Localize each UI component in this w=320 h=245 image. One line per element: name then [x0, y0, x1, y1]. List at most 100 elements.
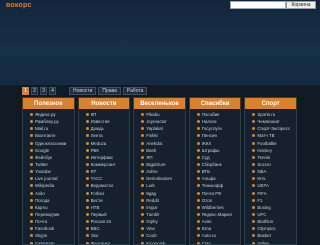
link-item[interactable]: Переводчик [23, 211, 74, 218]
link-item[interactable]: Bigpicture [134, 161, 185, 168]
link-item[interactable]: Коммерсант [79, 161, 130, 168]
link-item[interactable]: Пособие [190, 111, 241, 118]
link-item[interactable]: Ведомости [79, 182, 130, 189]
link-item[interactable]: Яндекс.Маркет [190, 211, 241, 218]
tab-page-2[interactable]: 2 [31, 87, 38, 95]
link-item[interactable]: Forbes [79, 190, 130, 197]
link-item[interactable]: Olympics [245, 225, 296, 232]
link-item[interactable]: Google [23, 147, 74, 154]
link-item[interactable]: Матч ТВ [245, 132, 296, 139]
link-item[interactable]: Mail.ru [23, 125, 74, 132]
link-item[interactable]: Wikipedia [23, 182, 74, 189]
link-item[interactable]: Первый [79, 211, 130, 218]
link-item[interactable]: Чемпионат [245, 118, 296, 125]
link-item[interactable]: Известия [79, 118, 130, 125]
link-item[interactable]: Lurk [134, 182, 185, 189]
link-item[interactable]: Demotivators [134, 175, 185, 182]
link-item[interactable]: Wildberries [190, 204, 241, 211]
link-item[interactable]: Ozon [190, 197, 241, 204]
link-item[interactable]: ЯП [134, 154, 185, 161]
link-item[interactable]: Спорт-Экспресс [245, 125, 296, 132]
link-item[interactable]: Reddit [134, 197, 185, 204]
link-item[interactable]: Дождь [79, 125, 130, 132]
link-item[interactable]: Joyreactor [134, 118, 185, 125]
link-item[interactable]: Штрафы [190, 147, 241, 154]
link-item[interactable]: Soccer [245, 161, 296, 168]
link-item[interactable]: Почта РФ [190, 190, 241, 197]
tab-page-3[interactable]: 3 [40, 87, 47, 95]
link-item[interactable]: Youtube [23, 168, 74, 175]
link-item[interactable]: Hockey [245, 147, 296, 154]
link-item[interactable]: Сбербанк [190, 161, 241, 168]
link-item[interactable]: Tennis [245, 154, 296, 161]
link-item[interactable]: Auto.ru [190, 232, 241, 239]
link-item[interactable]: Тинькофф [190, 182, 241, 189]
link-item[interactable]: BBC [79, 225, 130, 232]
link-item[interactable]: Instagram [23, 240, 74, 244]
link-item[interactable]: Biathlon [245, 218, 296, 225]
link-item[interactable]: Лента [79, 132, 130, 139]
link-item[interactable]: Pikabu [134, 111, 185, 118]
tab-rights[interactable]: Права [98, 87, 121, 95]
link-item[interactable]: Фонтанка [79, 240, 130, 244]
link-item[interactable]: Вконтакте [23, 132, 74, 139]
link-item[interactable]: Погода [23, 197, 74, 204]
search-input[interactable] [230, 1, 286, 9]
link-item[interactable]: Госуслуги [190, 125, 241, 132]
site-logo[interactable]: вокорс [6, 2, 32, 9]
link-item[interactable]: Sports.ru [245, 111, 296, 118]
link-item[interactable]: Суд [190, 154, 241, 161]
link-item[interactable]: NBA [245, 168, 296, 175]
link-item[interactable]: Basket [245, 232, 296, 239]
link-item[interactable]: Bash [134, 147, 185, 154]
link-item[interactable]: Imgur [134, 204, 185, 211]
link-item[interactable]: Fishki [134, 132, 185, 139]
link-item[interactable]: Avito [23, 190, 74, 197]
link-item[interactable]: Giphy [134, 218, 185, 225]
link-item[interactable]: 9gag [134, 190, 185, 197]
link-item[interactable]: UEFA [245, 182, 296, 189]
link-item[interactable]: Карты [23, 204, 74, 211]
link-item[interactable]: Вести [79, 197, 130, 204]
link-item[interactable]: Twitter [23, 161, 74, 168]
link-item[interactable]: Рамблер.ру [23, 118, 74, 125]
link-item[interactable]: Эхо [79, 232, 130, 239]
tab-work[interactable]: Работа [122, 87, 148, 95]
link-item[interactable]: Live journal [23, 175, 74, 182]
link-item[interactable]: Volley [245, 240, 296, 244]
link-item[interactable]: ЖКХ [190, 140, 241, 147]
link-item[interactable]: Налоги [190, 118, 241, 125]
link-item[interactable]: Фейсбук [23, 154, 74, 161]
link-item[interactable]: Vine [134, 225, 185, 232]
link-item[interactable]: Почта [23, 218, 74, 225]
link-item[interactable]: Альфа [190, 175, 241, 182]
link-item[interactable]: Одноклассники [23, 140, 74, 147]
search-button[interactable]: Корзина [286, 1, 316, 9]
link-item[interactable]: Boxing [245, 204, 296, 211]
link-item[interactable]: KHL [245, 175, 296, 182]
link-item[interactable]: ТАСС [79, 175, 130, 182]
link-item[interactable]: Meduza [79, 140, 130, 147]
link-item[interactable]: Avito [190, 218, 241, 225]
link-item[interactable]: РБК [79, 147, 130, 154]
link-item[interactable]: Skype [23, 232, 74, 239]
link-item[interactable]: Yaplakal [134, 125, 185, 132]
link-item[interactable]: Интерфакс [79, 154, 130, 161]
link-item[interactable]: ВТБ [190, 168, 241, 175]
link-item[interactable]: F1 [245, 197, 296, 204]
link-item[interactable]: Anekdot [134, 140, 185, 147]
link-item[interactable]: НТВ [79, 204, 130, 211]
link-item[interactable]: Яндекс.ру [23, 111, 74, 118]
link-item[interactable]: Kinopoisk [134, 240, 185, 244]
tab-news[interactable]: Новости [69, 87, 97, 95]
link-item[interactable]: Adme [134, 168, 185, 175]
link-item[interactable]: Юла [190, 225, 241, 232]
link-item[interactable]: UFC [245, 211, 296, 218]
link-item[interactable]: FIFA [245, 190, 296, 197]
link-item[interactable]: КП [79, 111, 130, 118]
link-item[interactable]: Пенсия [190, 132, 241, 139]
link-item[interactable]: Tumblr [134, 211, 185, 218]
link-item[interactable]: Footballer [245, 140, 296, 147]
tab-page-1[interactable]: 1 [22, 87, 29, 95]
link-item[interactable]: Cian [190, 240, 241, 244]
